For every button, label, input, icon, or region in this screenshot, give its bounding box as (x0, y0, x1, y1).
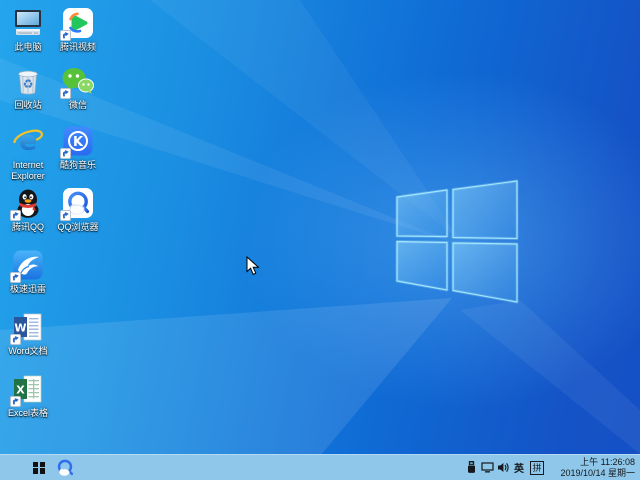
taskbar-qq-browser-button[interactable] (51, 455, 79, 480)
shortcut-arrow-icon (10, 396, 21, 407)
tencent-qq-icon (11, 186, 45, 220)
shortcut-arrow-icon (60, 30, 71, 41)
wechat-icon (61, 64, 95, 98)
clock-date: 2019/10/14 星期一 (548, 468, 635, 479)
taskbar-clock[interactable]: 上午 11:26:08 2019/10/14 星期一 (548, 457, 640, 478)
windows-start-icon (33, 462, 45, 474)
desktop-icon-label: 酷狗音乐 (60, 160, 96, 171)
volume-icon[interactable] (495, 455, 511, 480)
excel-icon: X (11, 372, 45, 406)
mouse-cursor (246, 256, 260, 276)
network-icon[interactable] (479, 455, 495, 480)
this-pc-icon (11, 6, 45, 40)
qq-browser-icon (61, 186, 95, 220)
desktop-icon-recycle-bin[interactable]: ♻ 回收站 (0, 64, 56, 111)
desktop-icon-label: QQ浏览器 (57, 222, 98, 233)
shortcut-arrow-icon (60, 210, 71, 221)
taskbar: 英 拼 上午 11:26:08 2019/10/14 星期一 (0, 454, 640, 480)
qq-browser-icon (55, 458, 75, 478)
desktop-icon-wechat[interactable]: 微信 (50, 64, 106, 111)
desktop-icon-label: 极速迅雷 (10, 284, 46, 295)
shortcut-arrow-icon (60, 148, 71, 159)
svg-text:♻: ♻ (23, 77, 34, 91)
kugou-music-icon: K (61, 124, 95, 158)
system-tray: 英 拼 上午 11:26:08 2019/10/14 星期一 (463, 455, 640, 480)
desktop[interactable]: 此电脑 腾讯视频 ♻ 回收站 (0, 0, 640, 480)
svg-text:W: W (14, 322, 26, 335)
desktop-icon-tencent-video[interactable]: 腾讯视频 (50, 6, 106, 53)
shortcut-arrow-icon (10, 210, 21, 221)
desktop-icon-thunder[interactable]: 极速迅雷 (0, 248, 56, 295)
start-button[interactable] (27, 455, 51, 480)
language-indicator[interactable]: 英 (511, 460, 527, 475)
recycle-bin-icon: ♻ (11, 64, 45, 98)
shortcut-arrow-icon (10, 272, 21, 283)
desktop-icon-label: 微信 (69, 100, 87, 111)
desktop-icon-label: Excel表格 (8, 408, 48, 419)
desktop-icon-label: Word文档 (8, 346, 47, 357)
ime-mode-indicator[interactable]: 拼 (530, 461, 544, 475)
desktop-icon-label: 回收站 (14, 100, 41, 111)
desktop-icon-word[interactable]: W Word文档 (0, 310, 56, 357)
windows-logo-wallpaper (390, 175, 525, 310)
usb-icon[interactable] (463, 455, 479, 480)
desktop-icon-label: 腾讯视频 (60, 42, 96, 53)
clock-time: 上午 11:26:08 (548, 457, 635, 468)
desktop-icon-kugou-music[interactable]: K 酷狗音乐 (50, 124, 106, 171)
tencent-video-icon (61, 6, 95, 40)
thunder-icon (11, 248, 45, 282)
shortcut-arrow-icon (60, 88, 71, 99)
desktop-icon-this-pc[interactable]: 此电脑 (0, 6, 56, 53)
shortcut-arrow-icon (10, 334, 21, 345)
desktop-icon-qq-browser[interactable]: QQ浏览器 (50, 186, 106, 233)
desktop-icon-excel[interactable]: X Excel表格 (0, 372, 56, 419)
desktop-icon-tencent-qq[interactable]: 腾讯QQ (0, 186, 56, 233)
desktop-icon-label: 腾讯QQ (12, 222, 44, 233)
word-icon: W (11, 310, 45, 344)
svg-text:K: K (73, 135, 84, 150)
internet-explorer-icon: e (11, 124, 45, 158)
desktop-icon-internet-explorer[interactable]: e Internet Explorer (0, 124, 56, 182)
svg-text:X: X (16, 384, 25, 397)
desktop-icon-label: Internet Explorer (0, 160, 56, 182)
desktop-icon-label: 此电脑 (14, 42, 41, 53)
